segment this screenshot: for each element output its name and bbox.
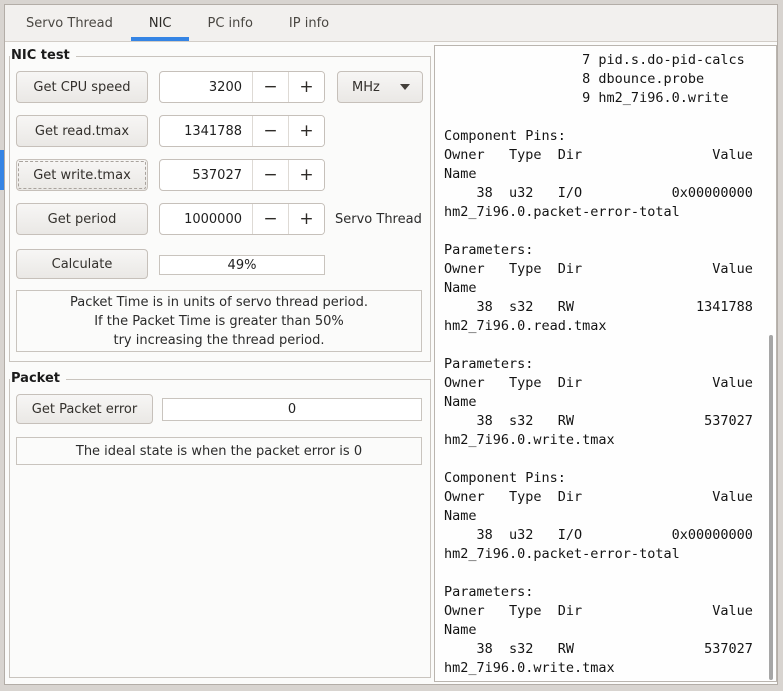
cpu-speed-spinbox: 3200 − + bbox=[159, 71, 325, 103]
read-tmax-increment-button[interactable]: + bbox=[288, 116, 324, 146]
period-spinbox: 1000000 − + bbox=[159, 203, 325, 235]
hal-output-textview[interactable]: 7 pid.s.do-pid-calcs 8 dbounce.probe 9 h… bbox=[434, 45, 777, 682]
tab-ip-info[interactable]: IP info bbox=[271, 5, 347, 41]
group-nic-test-title: NIC test bbox=[10, 48, 76, 63]
period-increment-button[interactable]: + bbox=[288, 204, 324, 234]
active-tab-indicator bbox=[130, 37, 190, 41]
period-decrement-button[interactable]: − bbox=[252, 204, 288, 234]
plus-icon: + bbox=[299, 77, 314, 97]
write-tmax-increment-button[interactable]: + bbox=[288, 160, 324, 190]
tab-label: Servo Thread bbox=[26, 15, 113, 31]
output-scrollbar-thumb[interactable] bbox=[769, 335, 773, 680]
tab-label: IP info bbox=[288, 15, 330, 31]
main-content: Servo Thread NIC PC info IP info NIC tes… bbox=[4, 4, 778, 685]
tab-label: NIC bbox=[148, 15, 172, 31]
tab-servo-thread[interactable]: Servo Thread bbox=[8, 5, 131, 41]
group-packet: Packet Get Packet error 0 The ideal stat… bbox=[9, 371, 431, 678]
minus-icon: − bbox=[263, 77, 278, 97]
tab-bar: Servo Thread NIC PC info IP info bbox=[5, 5, 777, 42]
period-value[interactable]: 1000000 bbox=[160, 204, 252, 234]
tab-label: PC info bbox=[207, 15, 253, 31]
unit-dropdown-value: MHz bbox=[352, 79, 380, 95]
packet-error-note: The ideal state is when the packet error… bbox=[16, 437, 422, 465]
packet-time-field[interactable]: 49% bbox=[159, 255, 325, 275]
get-period-button[interactable]: Get period bbox=[16, 203, 148, 235]
group-nic-test: NIC test Get CPU speed 3200 − + MHz Get … bbox=[9, 48, 431, 362]
get-read-tmax-button[interactable]: Get read.tmax bbox=[16, 115, 148, 147]
plus-icon: + bbox=[299, 209, 314, 229]
tab-nic[interactable]: NIC bbox=[130, 5, 190, 41]
write-tmax-decrement-button[interactable]: − bbox=[252, 160, 288, 190]
minus-icon: − bbox=[263, 121, 278, 141]
cpu-speed-value[interactable]: 3200 bbox=[160, 72, 252, 102]
read-tmax-spinbox: 1341788 − + bbox=[159, 115, 325, 147]
unit-dropdown[interactable]: MHz bbox=[337, 71, 423, 103]
tab-pc-info[interactable]: PC info bbox=[189, 5, 270, 41]
servo-thread-label: Servo Thread bbox=[335, 211, 422, 227]
get-write-tmax-button[interactable]: Get write.tmax bbox=[16, 159, 148, 191]
calculate-button[interactable]: Calculate bbox=[16, 249, 148, 279]
packet-time-note: Packet Time is in units of servo thread … bbox=[16, 290, 422, 352]
read-tmax-decrement-button[interactable]: − bbox=[252, 116, 288, 146]
minus-icon: − bbox=[263, 209, 278, 229]
plus-icon: + bbox=[299, 121, 314, 141]
app-window: Servo Thread NIC PC info IP info NIC tes… bbox=[0, 0, 783, 691]
write-tmax-value[interactable]: 537027 bbox=[160, 160, 252, 190]
chevron-down-icon bbox=[400, 84, 410, 90]
cpu-speed-increment-button[interactable]: + bbox=[288, 72, 324, 102]
plus-icon: + bbox=[299, 165, 314, 185]
write-tmax-spinbox: 537027 − + bbox=[159, 159, 325, 191]
get-packet-error-button[interactable]: Get Packet error bbox=[16, 394, 153, 424]
group-packet-title: Packet bbox=[10, 371, 66, 386]
hal-output-text: 7 pid.s.do-pid-calcs 8 dbounce.probe 9 h… bbox=[444, 52, 753, 676]
get-cpu-speed-button[interactable]: Get CPU speed bbox=[16, 71, 148, 103]
minus-icon: − bbox=[263, 165, 278, 185]
packet-error-field[interactable]: 0 bbox=[162, 398, 422, 421]
read-tmax-value[interactable]: 1341788 bbox=[160, 116, 252, 146]
cpu-speed-decrement-button[interactable]: − bbox=[252, 72, 288, 102]
